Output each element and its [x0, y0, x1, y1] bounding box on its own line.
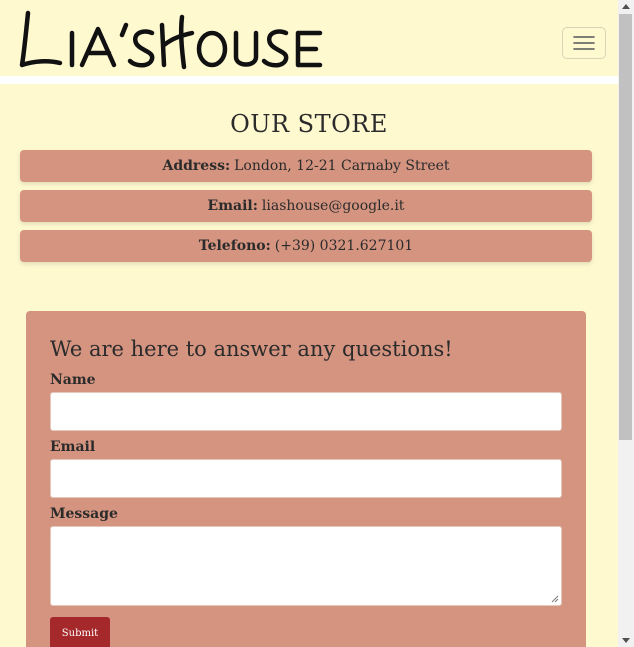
name-label: Name [50, 372, 96, 388]
contact-form-card: We are here to answer any questions! Nam… [26, 311, 586, 647]
scroll-up-arrow-icon[interactable] [622, 4, 630, 9]
hamburger-menu-icon [573, 36, 595, 50]
email-row: Email: liashouse@google.it [20, 190, 592, 222]
form-title: We are here to answer any questions! [50, 337, 453, 361]
email-value[interactable]: liashouse@google.it [262, 198, 405, 214]
phone-row: Telefono: (+39) 0321.627101 [20, 230, 592, 262]
phone-value[interactable]: (+39) 0321.627101 [275, 238, 413, 254]
menu-toggle-button[interactable] [562, 27, 606, 59]
email-input[interactable] [50, 459, 562, 498]
resize-grip-icon[interactable] [551, 595, 559, 603]
message-textarea[interactable] [50, 526, 562, 606]
logo-wordmark [19, 10, 323, 70]
scroll-thumb[interactable] [619, 14, 632, 440]
store-title: OUR STORE [230, 110, 388, 138]
address-row: Address: London, 12-21 Carnaby Street [20, 150, 592, 182]
address-value: London, 12-21 Carnaby Street [234, 158, 450, 174]
header-divider [0, 76, 618, 84]
email-field-label: Email [50, 439, 96, 455]
message-label: Message [50, 506, 118, 522]
scroll-down-arrow-icon[interactable] [622, 638, 630, 643]
page-viewport: OUR STORE Address: London, 12-21 Carnaby… [0, 0, 618, 647]
vertical-scrollbar[interactable] [618, 0, 634, 647]
phone-label: Telefono: [198, 238, 271, 254]
submit-button[interactable]: Submit [50, 617, 110, 647]
site-logo[interactable] [14, 3, 334, 77]
navbar [0, 3, 618, 76]
name-input[interactable] [50, 392, 562, 431]
address-label: Address: [162, 158, 231, 174]
email-label: Email: [207, 198, 258, 214]
